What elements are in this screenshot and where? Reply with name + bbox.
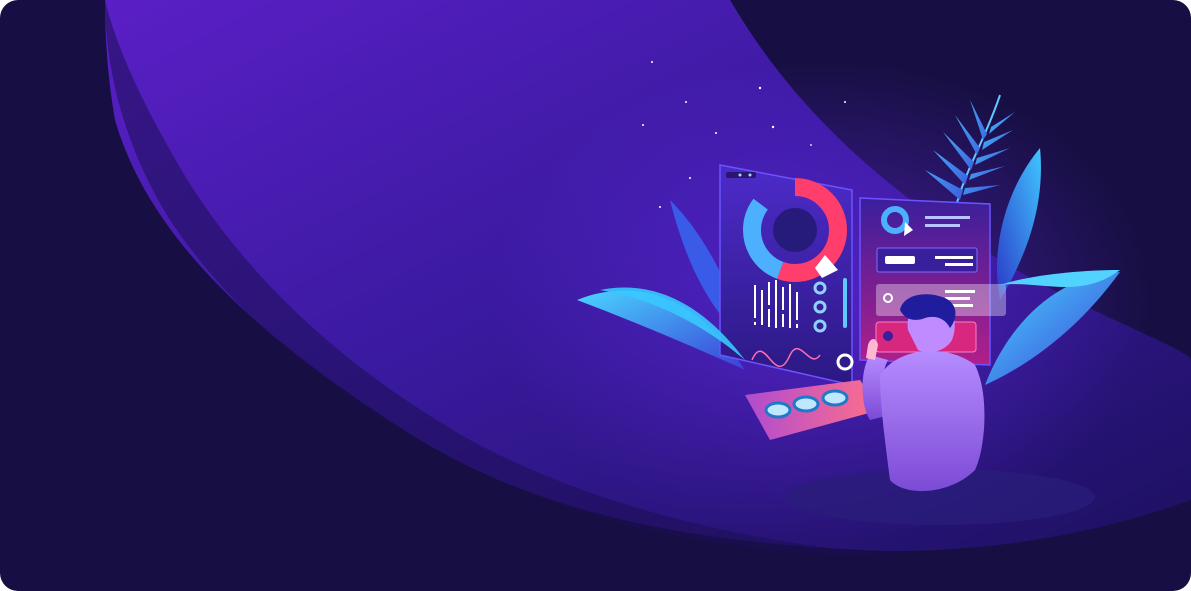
dashboard-panel-main	[719, 164, 854, 386]
hero-banner	[0, 0, 1191, 591]
hero-illustration	[105, 0, 1191, 556]
